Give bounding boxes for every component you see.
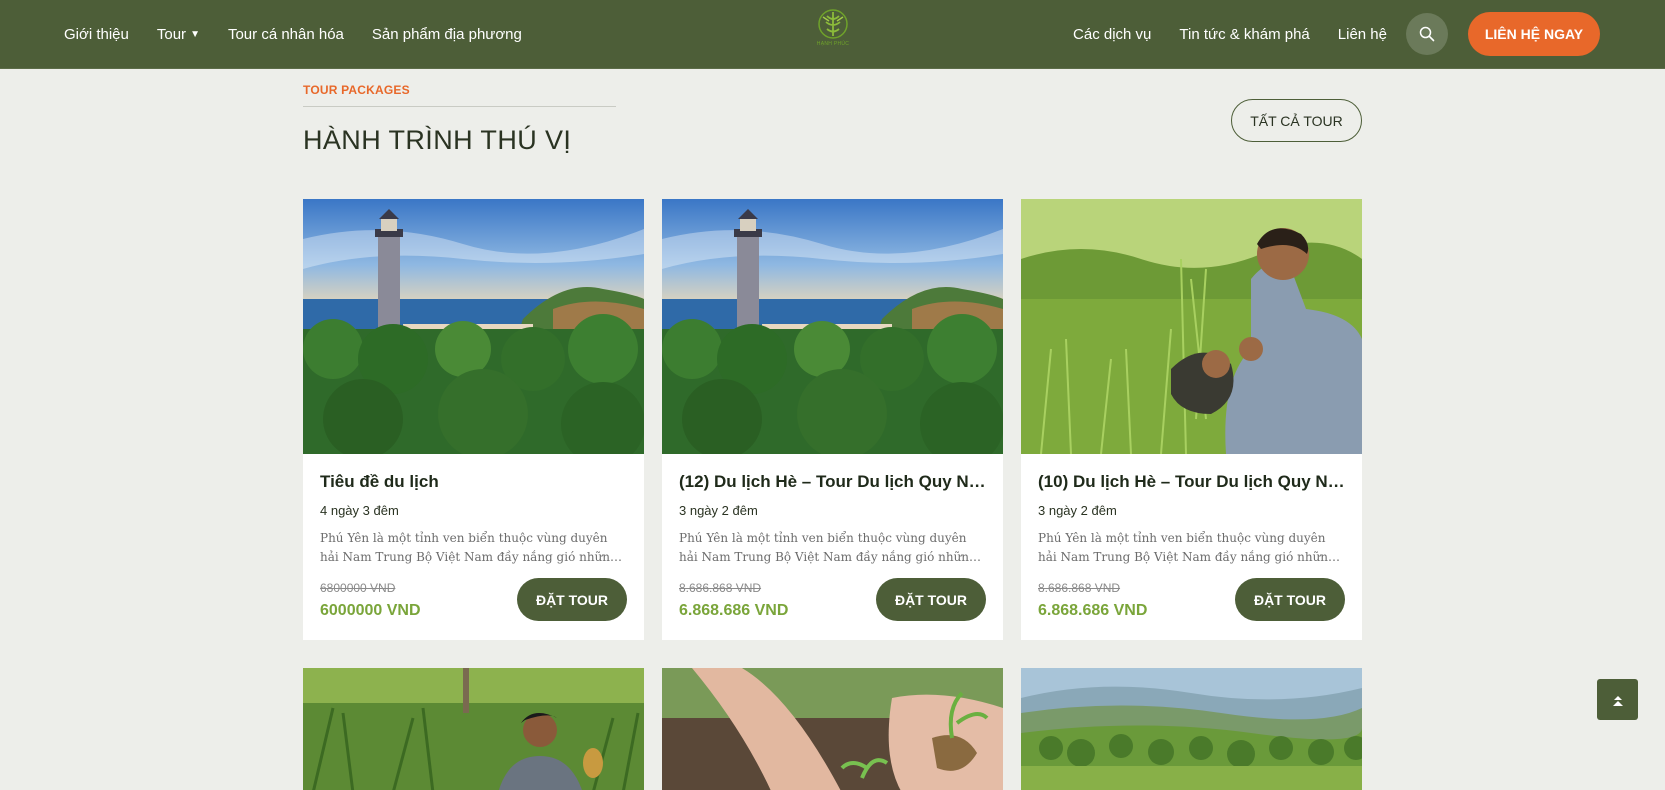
- nav-lien-he[interactable]: Liên hệ: [1338, 26, 1387, 43]
- card-body: (10) Du lịch Hè – Tour Du lịch Quy Nhơn …: [1021, 454, 1362, 640]
- back-to-top-button[interactable]: [1597, 679, 1638, 720]
- tour-card[interactable]: [1021, 668, 1362, 790]
- tour-new-price: 6000000 VND: [320, 602, 421, 619]
- section-eyebrow: TOUR PACKAGES: [303, 83, 410, 97]
- caret-down-icon: ▼: [190, 28, 200, 40]
- site-header: Giới thiệu Tour ▼ Tour cá nhân hóa Sản ph…: [0, 0, 1665, 69]
- lighthouse-photo[interactable]: [662, 199, 1003, 454]
- tour-old-price: 6800000 VND: [320, 581, 396, 595]
- logo-text: HẠNH PHÚC: [816, 41, 850, 47]
- nav-tour-ca-nhan-hoa[interactable]: Tour cá nhân hóa: [228, 26, 344, 43]
- arrow-up-icon: [1612, 695, 1623, 706]
- tour-title[interactable]: Tiêu đề du lịch: [320, 472, 630, 492]
- nav-tin-tuc[interactable]: Tin tức & khám phá: [1179, 26, 1309, 43]
- tour-old-price: 8.686.868 VND: [1038, 581, 1121, 595]
- tour-description: Phú Yên là một tỉnh ven biển thuộc vùng …: [320, 531, 618, 564]
- nav-tour-label: Tour: [156, 25, 187, 43]
- nav-lien-he-label: Liên hệ: [1337, 25, 1387, 43]
- planting-hands-photo[interactable]: [662, 668, 1003, 790]
- lighthouse-photo[interactable]: [303, 199, 644, 454]
- nav-san-pham-dia-phuong[interactable]: Sản phẩm địa phương: [372, 26, 522, 43]
- tour-card[interactable]: [303, 668, 644, 790]
- tour-duration: 3 ngày 2 đêm: [679, 503, 758, 518]
- nav-san-pham-label: Sản phẩm địa phương: [371, 25, 522, 43]
- book-tour-button[interactable]: ĐẶT TOUR: [517, 578, 627, 621]
- pineapple-farmer-photo[interactable]: [303, 668, 644, 790]
- book-tour-button[interactable]: ĐẶT TOUR: [1235, 578, 1345, 621]
- nav-left: Giới thiệu Tour ▼ Tour cá nhân hóa Sản ph…: [64, 0, 522, 68]
- nav-cac-dich-vu[interactable]: Các dịch vụ: [1073, 26, 1151, 43]
- card-body: (12) Du lịch Hè – Tour Du lịch Quy Nhơn …: [662, 454, 1003, 640]
- tour-card[interactable]: [662, 668, 1003, 790]
- nav-right: Các dịch vụ Tin tức & khám phá Liên hệ: [1073, 0, 1387, 68]
- all-tours-button[interactable]: TẤT CẢ TOUR: [1231, 99, 1362, 142]
- site-logo[interactable]: HẠNH PHÚC: [803, 7, 863, 61]
- card-body: Tiêu đề du lịch 4 ngày 3 đêm Phú Yên là …: [303, 454, 644, 640]
- nav-gioi-thieu-label: Giới thiệu: [64, 25, 129, 43]
- tour-card[interactable]: (10) Du lịch Hè – Tour Du lịch Quy Nhơn …: [1021, 199, 1362, 640]
- tour-new-price: 6.868.686 VND: [679, 602, 789, 619]
- search-icon: [1419, 26, 1435, 42]
- nav-tour[interactable]: Tour ▼: [157, 26, 200, 43]
- tour-description: Phú Yên là một tỉnh ven biển thuộc vùng …: [679, 531, 977, 564]
- nav-tin-tuc-label: Tin tức & khám phá: [1179, 25, 1310, 43]
- section-title: HÀNH TRÌNH THÚ VỊ: [303, 125, 572, 155]
- search-button[interactable]: [1406, 13, 1448, 55]
- tour-new-price: 6.868.686 VND: [1038, 602, 1148, 619]
- farmer-photo[interactable]: [1021, 199, 1362, 454]
- nav-tour-ca-nhan-hoa-label: Tour cá nhân hóa: [227, 25, 344, 43]
- hills-landscape-photo[interactable]: [1021, 668, 1362, 790]
- logo-icon: [818, 9, 848, 39]
- tour-duration: 4 ngày 3 đêm: [320, 503, 399, 518]
- eyebrow-divider: [303, 106, 616, 107]
- tour-title[interactable]: (10) Du lịch Hè – Tour Du lịch Quy Nhơn: [1038, 472, 1348, 492]
- book-tour-button[interactable]: ĐẶT TOUR: [876, 578, 986, 621]
- nav-gioi-thieu[interactable]: Giới thiệu: [64, 26, 129, 43]
- contact-now-button[interactable]: LIÊN HỆ NGAY: [1468, 12, 1600, 56]
- tour-card[interactable]: Tiêu đề du lịch 4 ngày 3 đêm Phú Yên là …: [303, 199, 644, 640]
- tour-description: Phú Yên là một tỉnh ven biển thuộc vùng …: [1038, 531, 1336, 564]
- tour-old-price: 8.686.868 VND: [679, 581, 762, 595]
- nav-cac-dich-vu-label: Các dịch vụ: [1073, 25, 1152, 43]
- tour-duration: 3 ngày 2 đêm: [1038, 503, 1117, 518]
- tour-card[interactable]: (12) Du lịch Hè – Tour Du lịch Quy Nhơn …: [662, 199, 1003, 640]
- tour-title[interactable]: (12) Du lịch Hè – Tour Du lịch Quy Nhơn: [679, 472, 989, 492]
